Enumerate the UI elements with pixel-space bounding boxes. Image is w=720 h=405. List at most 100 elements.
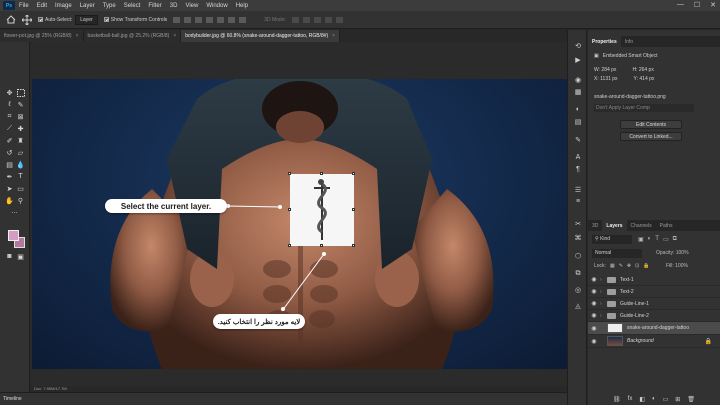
add-mask-icon[interactable]: ◧ <box>639 396 645 405</box>
expand-caret-icon[interactable]: › <box>600 313 607 319</box>
align-top-icon[interactable] <box>173 16 181 23</box>
close-tab-icon[interactable]: × <box>76 33 79 39</box>
foreground-color-swatch[interactable] <box>8 230 19 241</box>
y-value[interactable]: 414 px <box>639 76 654 82</box>
new-group-icon[interactable]: ▭ <box>663 396 669 405</box>
maximize-button[interactable]: ☐ <box>694 1 700 9</box>
paragraph-icon[interactable]: ¶ <box>574 166 582 173</box>
fill-control[interactable]: Fill: 100% <box>666 263 688 269</box>
lock-paint-icon[interactable]: ✎ <box>619 263 623 269</box>
canvas-area[interactable]: Select the current layer. لایه مورد نظر … <box>31 42 569 386</box>
menu-help[interactable]: Help <box>232 3 252 9</box>
lasso-tool-icon[interactable]: ℓ <box>5 100 14 109</box>
3d-rotate-icon[interactable] <box>291 16 299 23</box>
x-value[interactable]: 1131 px <box>600 76 617 82</box>
transform-handle[interactable] <box>288 244 291 247</box>
menu-edit[interactable]: Edit <box>33 3 51 9</box>
lock-position-icon[interactable]: ✥ <box>627 263 631 269</box>
transform-handle[interactable] <box>352 208 355 211</box>
filter-shape-icon[interactable]: ▭ <box>663 236 669 243</box>
glyphs-icon[interactable]: ⌘ <box>574 234 582 242</box>
brush-tool-icon[interactable]: ✐ <box>5 136 14 145</box>
frame-tool-icon[interactable]: ⊠ <box>16 112 25 121</box>
expand-caret-icon[interactable]: › <box>600 301 607 307</box>
paths-dock-icon[interactable]: ◬ <box>574 302 582 310</box>
close-tab-icon[interactable]: × <box>332 33 335 39</box>
tab-basketball-ball[interactable]: basketball-ball.jpg @ 25.2% (RGB/8) × <box>83 30 182 42</box>
transform-handle[interactable] <box>352 244 355 247</box>
edit-contents-button[interactable]: Edit Contents <box>620 120 682 129</box>
fx-icon[interactable]: fx <box>628 396 633 405</box>
rectangle-tool-icon[interactable]: ▭ <box>16 184 25 193</box>
close-button[interactable]: ✕ <box>710 1 716 9</box>
zoom-tool-icon[interactable]: ⚲ <box>16 196 25 205</box>
menu-filter[interactable]: Filter <box>144 3 165 9</box>
layer-comp-dropdown[interactable]: Don't Apply Layer Comp <box>594 104 694 112</box>
visibility-eye-icon[interactable]: ◉ <box>588 338 600 345</box>
minimize-button[interactable]: — <box>677 1 684 9</box>
timeline-panel[interactable]: Timeline <box>0 392 567 405</box>
align-middle-icon[interactable] <box>184 16 192 23</box>
move-tool-icon[interactable] <box>22 14 32 25</box>
auto-select-checkbox[interactable]: Auto-Select: <box>38 17 72 23</box>
lock-artboard-icon[interactable]: ⊡ <box>635 263 639 269</box>
transform-handle[interactable] <box>352 172 355 175</box>
filter-smart-icon[interactable]: ⧉ <box>673 236 677 243</box>
character-icon[interactable]: A <box>574 154 582 161</box>
move-tool-icon[interactable]: ✥ <box>5 88 14 97</box>
tab-properties[interactable]: Properties <box>588 36 621 47</box>
adjustments-icon[interactable]: ◐ <box>574 106 582 113</box>
channels-dock-icon[interactable]: ◎ <box>574 286 582 294</box>
visibility-eye-icon[interactable]: ◉ <box>588 288 600 295</box>
libraries-icon[interactable]: ▤ <box>574 118 582 126</box>
swatches-icon[interactable]: ▦ <box>574 88 582 96</box>
align-center-icon[interactable] <box>217 16 225 23</box>
visibility-eye-icon[interactable]: ◉ <box>588 300 600 307</box>
layer-row-guide-line-2[interactable]: ◉ › Guide-Line-2 <box>588 310 720 322</box>
crop-tool-icon[interactable]: ⌗ <box>5 112 14 121</box>
layer-row-guide-line-1[interactable]: ◉ › Guide-Line-1 <box>588 298 720 310</box>
more-tools-icon[interactable]: … <box>10 207 19 216</box>
marquee-tool-icon[interactable] <box>16 88 25 97</box>
healing-brush-tool-icon[interactable]: ✚ <box>16 124 25 133</box>
transform-handle[interactable] <box>320 172 323 175</box>
menu-image[interactable]: Image <box>51 3 76 9</box>
lock-pixels-icon[interactable]: ▦ <box>610 263 615 269</box>
actions-icon[interactable]: ▶ <box>574 56 582 64</box>
layer-row-text-2[interactable]: ◉ › Text-2 <box>588 286 720 298</box>
3d-slide-icon[interactable] <box>324 16 332 23</box>
auto-select-target-dropdown[interactable]: Layer <box>75 14 98 25</box>
expand-caret-icon[interactable]: › <box>600 277 607 283</box>
layer-row-text-1[interactable]: ◉ › Text-1 <box>588 274 720 286</box>
delete-layer-icon[interactable]: 🗑 <box>687 396 695 405</box>
home-icon[interactable] <box>6 15 16 24</box>
type-tool-icon[interactable]: T <box>16 172 25 181</box>
distribute-icon[interactable] <box>239 16 247 23</box>
color-icon[interactable]: ◉ <box>574 76 582 84</box>
align-bottom-icon[interactable] <box>195 16 203 23</box>
gradient-tool-icon[interactable]: ▤ <box>5 160 14 169</box>
eraser-tool-icon[interactable]: ▱ <box>16 148 25 157</box>
menu-type[interactable]: Type <box>99 3 120 9</box>
transform-handle[interactable] <box>320 244 323 247</box>
menu-select[interactable]: Select <box>120 3 145 9</box>
visibility-eye-icon[interactable]: ◉ <box>588 312 600 319</box>
align-dock-icon[interactable]: ≡ <box>574 198 582 205</box>
show-transform-controls-checkbox[interactable]: Show Transform Controls <box>103 17 167 23</box>
menu-3d[interactable]: 3D <box>166 3 182 9</box>
h-value[interactable]: 264 px <box>639 67 654 73</box>
visibility-eye-icon[interactable]: ◉ <box>588 276 600 283</box>
history-brush-tool-icon[interactable]: ↺ <box>5 148 14 157</box>
menu-file[interactable]: File <box>15 3 33 9</box>
visibility-eye-icon[interactable]: ◉ <box>588 325 600 332</box>
tab-info[interactable]: Info <box>621 36 637 47</box>
3d-dock-icon[interactable]: ⬡ <box>574 252 582 260</box>
tab-layers[interactable]: Layers <box>602 220 627 231</box>
new-layer-icon[interactable]: ⊞ <box>675 396 680 405</box>
align-right-icon[interactable] <box>228 16 236 23</box>
smart-object-layer[interactable] <box>288 172 355 247</box>
transform-handle[interactable] <box>288 172 291 175</box>
filter-type-icon[interactable]: T <box>655 236 659 243</box>
menu-layer[interactable]: Layer <box>76 3 99 9</box>
close-tab-icon[interactable]: × <box>173 33 176 39</box>
